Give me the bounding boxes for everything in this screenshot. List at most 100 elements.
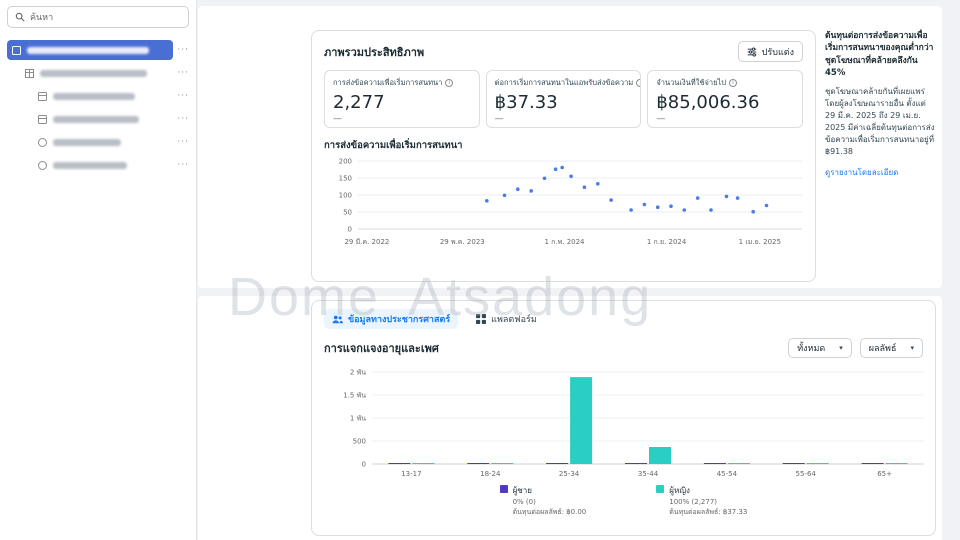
info-icon[interactable]: i bbox=[636, 79, 641, 87]
svg-text:35-44: 35-44 bbox=[638, 470, 659, 478]
item-options-button[interactable]: ··· bbox=[177, 63, 189, 83]
info-icon[interactable]: i bbox=[445, 79, 454, 87]
svg-text:150: 150 bbox=[339, 175, 352, 183]
metric-label: การส่งข้อความเพื่อเริ่มการสนทนา i bbox=[333, 77, 471, 89]
legend-name: ผู้ชาย bbox=[512, 486, 532, 495]
dropdown-label: ทั้งหมด bbox=[797, 344, 826, 354]
metric-label: จำนวนเงินที่ใช้จ่ายไป i bbox=[656, 77, 794, 89]
svg-text:0: 0 bbox=[348, 226, 352, 234]
legend-entry: ผู้ชาย 0% (0) ต้นทุนต่อผลลัพธ์: ฿0.00 bbox=[499, 484, 587, 518]
svg-text:25-34: 25-34 bbox=[559, 470, 580, 478]
demographics-title: การแจกแจงอายุและเพศ bbox=[324, 342, 439, 355]
svg-text:18-24: 18-24 bbox=[480, 470, 501, 478]
svg-text:1.5 พัน: 1.5 พัน bbox=[343, 392, 366, 400]
customize-label: ปรับแต่ง bbox=[761, 47, 794, 58]
svg-text:50: 50 bbox=[343, 209, 352, 217]
svg-text:1 ก.พ. 2024: 1 ก.พ. 2024 bbox=[544, 238, 585, 246]
breakdown-tabs: ข้อมูลทางประชากรศาสตร์ แพลตฟอร์ม bbox=[324, 309, 923, 329]
tab-platform[interactable]: แพลตฟอร์ม bbox=[468, 309, 545, 329]
dropdown-label: ผลลัพธ์ bbox=[868, 344, 897, 354]
metric-dropdown[interactable]: ผลลัพธ์ ▾ bbox=[859, 338, 923, 358]
svg-text:1 ก.ย. 2024: 1 ก.ย. 2024 bbox=[647, 238, 687, 246]
metric-label-text: ต่อการเริ่มการสนทนาในแอพรับส่งข้อความ bbox=[494, 78, 634, 87]
search-placeholder: ค้นหา bbox=[30, 13, 54, 23]
main-content: ภาพรวมประสิทธิภาพ ปรับแต่ง การส่งข้อความ… bbox=[197, 0, 960, 540]
adset-icon bbox=[38, 114, 47, 124]
people-icon bbox=[332, 314, 343, 325]
item-options-button[interactable]: ··· bbox=[177, 40, 189, 60]
redacted-label bbox=[53, 161, 127, 169]
metric-secondary: — bbox=[656, 114, 666, 124]
legend-name: ผู้หญิง bbox=[669, 486, 690, 495]
sidebar-item: ··· bbox=[7, 63, 189, 83]
legend-text: ผู้ชาย 0% (0) ต้นทุนต่อผลลัพธ์: ฿0.00 bbox=[513, 484, 587, 518]
item-options-button[interactable]: ··· bbox=[177, 155, 189, 175]
svg-text:1 พัน: 1 พัน bbox=[350, 415, 366, 423]
metric-card: ต่อการเริ่มการสนทนาในแอพรับส่งข้อความ i ฿3… bbox=[485, 70, 642, 128]
redacted-label bbox=[53, 115, 139, 123]
sidebar-item-row[interactable] bbox=[7, 40, 173, 60]
legend-share: 0% (0) bbox=[512, 498, 536, 506]
metric-cards: การส่งข้อความเพื่อเริ่มการสนทนา i 2,277— ต่… bbox=[324, 70, 804, 128]
legend-share: 100% (2,277) bbox=[669, 498, 718, 506]
info-icon[interactable]: i bbox=[729, 79, 737, 87]
sidebar-item-row[interactable] bbox=[20, 63, 173, 83]
metric-label: ต่อการเริ่มการสนทนาในแอพรับส่งข้อความ i bbox=[494, 77, 641, 89]
legend-cost: ต้นทุนต่อผลลัพธ์: ฿0.00 bbox=[512, 508, 587, 516]
redacted-label bbox=[53, 138, 121, 146]
legend-swatch bbox=[499, 485, 508, 493]
insight-body: ชุดโฆษณาคล้ายกันที่เผยแพร่โดยผู้ลงโฆษณาร… bbox=[825, 87, 935, 157]
search-icon bbox=[15, 12, 25, 22]
gender-legend: ผู้ชาย 0% (0) ต้นทุนต่อผลลัพธ์: ฿0.00 ผู้หญ… bbox=[324, 484, 923, 518]
folder-icon bbox=[12, 45, 21, 55]
legend-text: ผู้หญิง 100% (2,277) ต้นทุนต่อผลลัพธ์: ฿37… bbox=[669, 484, 747, 518]
ads-reporting-screen: ค้นหา ··· ··· ··· ··· ··· ··· ภาพรวมประสิทธิภ… bbox=[0, 0, 960, 540]
customize-button[interactable]: ปรับแต่ง bbox=[737, 41, 803, 62]
sidebar-item-row[interactable] bbox=[33, 86, 173, 106]
svg-text:45-54: 45-54 bbox=[717, 470, 738, 478]
svg-text:13-17: 13-17 bbox=[401, 470, 421, 478]
metric-value: ฿37.33 bbox=[494, 92, 558, 113]
metric-label-text: จำนวนเงินที่ใช้จ่ายไป bbox=[656, 78, 726, 87]
metric-card: การส่งข้อความเพื่อเริ่มการสนทนา i 2,277— bbox=[324, 70, 480, 128]
tab-demographics[interactable]: ข้อมูลทางประชากรศาสตร์ bbox=[324, 309, 459, 329]
scatter-chart-title: การส่งข้อความเพื่อเริ่มการสนทนา bbox=[324, 140, 463, 151]
svg-text:1 เม.ย. 2025: 1 เม.ย. 2025 bbox=[739, 238, 781, 246]
sidebar-item-row[interactable] bbox=[33, 109, 173, 129]
redacted-label bbox=[53, 92, 135, 100]
item-options-button[interactable]: ··· bbox=[177, 132, 189, 152]
item-options-button[interactable]: ··· bbox=[177, 109, 189, 129]
svg-text:0: 0 bbox=[362, 461, 366, 469]
chevron-down-icon: ▾ bbox=[910, 344, 914, 352]
sidebar-item: ··· bbox=[7, 86, 189, 106]
tab-label: แพลตฟอร์ม bbox=[491, 315, 537, 325]
demographics-card: ข้อมูลทางประชากรศาสตร์ แพลตฟอร์ม การแจกแจ… bbox=[311, 300, 936, 536]
performance-title: ภาพรวมประสิทธิภาพ bbox=[324, 45, 425, 59]
metric-card: จำนวนเงินที่ใช้จ่ายไป i ฿85,006.36— bbox=[647, 70, 804, 128]
customize-icon bbox=[747, 46, 757, 57]
search-input[interactable]: ค้นหา bbox=[7, 6, 189, 28]
sidebar-item: ··· bbox=[7, 109, 189, 129]
sidebar-item-row[interactable] bbox=[33, 132, 173, 152]
campaign-tree: ··· ··· ··· ··· ··· ··· bbox=[7, 40, 189, 175]
tab-label: ข้อมูลทางประชากรศาสตร์ bbox=[348, 315, 451, 325]
grid-icon bbox=[25, 68, 34, 78]
campaign-tree-sidebar: ค้นหา ··· ··· ··· ··· ··· ··· bbox=[0, 0, 197, 540]
svg-text:55-64: 55-64 bbox=[796, 470, 817, 478]
metric-value: ฿85,006.36 bbox=[656, 92, 760, 113]
ad-icon bbox=[38, 137, 47, 147]
svg-text:200: 200 bbox=[339, 158, 352, 166]
breakdown-dropdown[interactable]: ทั้งหมด ▾ bbox=[788, 338, 852, 358]
detailed-report-link[interactable]: ดูรายงานโดยละเอียด bbox=[825, 166, 938, 179]
metric-label-text: การส่งข้อความเพื่อเริ่มการสนทนา bbox=[333, 78, 443, 87]
grid-icon bbox=[476, 314, 487, 324]
item-options-button[interactable]: ··· bbox=[177, 86, 189, 106]
legend-swatch bbox=[656, 485, 665, 493]
age-gender-bar-chart: 0 500 1 พัน 1.5 พัน 2 พัน 13-17 18-24 25-34 35-4… bbox=[343, 369, 924, 478]
redacted-label bbox=[27, 46, 149, 54]
sidebar-item: ··· bbox=[7, 40, 189, 60]
sidebar-item-row[interactable] bbox=[33, 155, 173, 175]
metric-secondary: — bbox=[494, 114, 504, 124]
demographics-panel: ข้อมูลทางประชากรศาสตร์ แพลตฟอร์ม การแจกแจ… bbox=[198, 296, 942, 540]
performance-panel: ภาพรวมประสิทธิภาพ ปรับแต่ง การส่งข้อความ… bbox=[198, 6, 942, 288]
